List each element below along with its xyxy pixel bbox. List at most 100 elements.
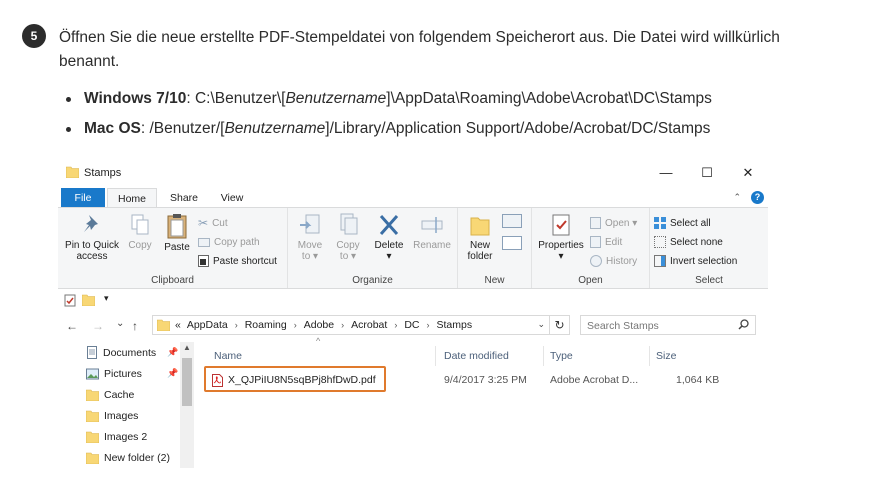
rename-button[interactable]: Rename xyxy=(410,212,454,251)
forward-button[interactable]: → xyxy=(92,319,104,333)
up-button[interactable]: ↑ xyxy=(132,319,138,333)
close-button[interactable]: ✕ xyxy=(728,163,768,183)
easy-access-icon[interactable] xyxy=(502,236,522,250)
breadcrumb-dc[interactable]: DC xyxy=(404,319,419,331)
properties-qat-icon[interactable] xyxy=(64,294,76,310)
tab-file[interactable]: File xyxy=(61,188,105,208)
navigation-bar: ← → ⌄ ↑ « AppData › Roaming › Adobe › Ac… xyxy=(58,313,768,339)
nav-item-images-2[interactable]: Images 2 xyxy=(86,426,147,447)
tab-view[interactable]: View xyxy=(210,188,254,208)
recent-locations-button[interactable]: ⌄ xyxy=(116,318,124,329)
breadcrumb-overflow[interactable]: « xyxy=(175,319,181,331)
customize-qat-dropdown[interactable]: ▾ xyxy=(104,293,109,304)
edit-icon xyxy=(590,236,601,248)
scroll-up-icon[interactable]: ▲ xyxy=(183,343,191,352)
breadcrumb-acrobat[interactable]: Acrobat xyxy=(351,319,387,331)
move-to-button[interactable]: Move to ▾ xyxy=(292,212,328,262)
search-placeholder: Search Stamps xyxy=(587,320,659,332)
folder-icon xyxy=(86,410,99,422)
back-button[interactable]: ← xyxy=(66,319,78,333)
pin-to-quick-access-button[interactable]: Pin to Quick access xyxy=(62,212,122,262)
nav-item-cache[interactable]: Cache xyxy=(86,384,134,405)
organize-group: Move to ▾ Copy to ▾ Delete ▾ Rename Orga… xyxy=(288,208,458,288)
nav-item-images[interactable]: Images xyxy=(86,405,138,426)
pin-icon[interactable]: 📌 xyxy=(167,368,178,379)
help-icon[interactable]: ? xyxy=(751,191,764,204)
file-date-cell: 9/4/2017 3:25 PM xyxy=(444,374,527,386)
nav-item-documents[interactable]: Documents xyxy=(86,342,156,363)
select-group: Select all Select none Invert selection … xyxy=(650,208,768,288)
scissors-icon: ✂ xyxy=(198,216,209,230)
column-header-type[interactable]: Type xyxy=(544,346,650,366)
breadcrumb-separator[interactable]: › xyxy=(294,320,297,330)
new-group-label: New xyxy=(484,275,505,286)
column-header-date-modified[interactable]: Date modified xyxy=(438,346,544,366)
breadcrumb-separator[interactable]: › xyxy=(341,320,344,330)
pin-icon[interactable]: 📌 xyxy=(167,347,178,358)
invert-selection-icon xyxy=(654,255,666,267)
delete-button[interactable]: Delete ▾ xyxy=(370,212,408,262)
address-bar[interactable]: « AppData › Roaming › Adobe › Acrobat › … xyxy=(152,315,550,335)
select-all-icon xyxy=(654,217,666,229)
select-group-label: Select xyxy=(695,275,723,286)
copy-icon xyxy=(131,214,149,235)
window-title: Stamps xyxy=(84,167,122,179)
clipboard-group: Pin to Quick access Copy Paste ✂ Cut Cop… xyxy=(58,208,288,288)
nav-item-pictures[interactable]: Pictures xyxy=(86,363,142,384)
edit-button[interactable]: Edit xyxy=(590,233,622,251)
ribbon: Pin to Quick access Copy Paste ✂ Cut Cop… xyxy=(58,207,768,289)
breadcrumb-roaming[interactable]: Roaming xyxy=(245,319,287,331)
folder-icon xyxy=(86,389,99,401)
select-none-button[interactable]: Select none xyxy=(654,233,723,251)
breadcrumb-adobe[interactable]: Adobe xyxy=(304,319,334,331)
file-explorer-window: Stamps — ☐ ✕ File Home Share View ⌃ ? Pi… xyxy=(58,160,768,468)
open-group: Properties ▾ Open ▾ Edit History Open xyxy=(532,208,650,288)
rename-icon xyxy=(421,217,443,233)
address-dropdown[interactable]: ⌄ xyxy=(537,319,545,330)
tab-share[interactable]: Share xyxy=(162,188,206,208)
breadcrumb-appdata[interactable]: AppData xyxy=(187,319,228,331)
collapse-ribbon-icon[interactable]: ⌃ xyxy=(733,192,741,203)
search-input[interactable]: Search Stamps xyxy=(580,315,756,335)
properties-icon xyxy=(552,214,570,236)
nav-pane-scrollbar[interactable]: ▲ xyxy=(180,342,194,468)
copy-to-icon xyxy=(340,213,358,235)
new-folder-button[interactable]: New folder xyxy=(462,212,498,262)
minimize-button[interactable]: — xyxy=(646,163,686,183)
folder-icon xyxy=(86,452,99,464)
copy-path-icon xyxy=(198,237,210,247)
nav-item-new-folder-2[interactable]: New folder (2) xyxy=(86,447,170,468)
open-group-label: Open xyxy=(578,275,603,286)
copy-to-button[interactable]: Copy to ▾ xyxy=(330,212,366,262)
breadcrumb-stamps[interactable]: Stamps xyxy=(436,319,472,331)
history-button[interactable]: History xyxy=(590,252,637,270)
folder-icon xyxy=(65,166,80,181)
breadcrumb-separator[interactable]: › xyxy=(426,320,429,330)
breadcrumb-separator[interactable]: › xyxy=(394,320,397,330)
paste-button[interactable]: Paste xyxy=(158,212,196,253)
pin-icon xyxy=(84,215,98,232)
title-bar: Stamps — ☐ ✕ xyxy=(58,160,768,186)
copy-button[interactable]: Copy xyxy=(122,212,158,251)
column-header-size[interactable]: Size xyxy=(650,346,730,366)
new-item-icon[interactable] xyxy=(502,214,522,228)
search-icon xyxy=(738,319,749,333)
refresh-button[interactable]: ↻ xyxy=(550,315,570,335)
paste-shortcut-button[interactable]: Paste shortcut xyxy=(198,252,277,270)
breadcrumb-separator[interactable]: › xyxy=(235,320,238,330)
select-all-button[interactable]: Select all xyxy=(654,214,711,232)
copy-path-button[interactable]: Copy path xyxy=(198,233,260,251)
ribbon-tabs: File Home Share View ⌃ ? xyxy=(58,186,768,208)
tab-home[interactable]: Home xyxy=(107,188,157,208)
maximize-button[interactable]: ☐ xyxy=(687,163,727,183)
column-header-name[interactable]: Name xyxy=(208,346,436,366)
properties-button[interactable]: Properties ▾ xyxy=(536,212,586,262)
list-item-mac: Mac OS: /Benutzer/[Benutzername]/Library… xyxy=(66,114,712,144)
scrollbar-thumb[interactable] xyxy=(182,358,192,406)
cut-button[interactable]: ✂ Cut xyxy=(198,214,228,232)
open-button[interactable]: Open ▾ xyxy=(590,214,637,232)
new-folder-qat-icon[interactable] xyxy=(81,294,96,309)
navigation-pane: Documents 📌 Pictures 📌 Cache Images Imag… xyxy=(58,342,196,468)
invert-selection-button[interactable]: Invert selection xyxy=(654,252,737,270)
history-icon xyxy=(590,255,602,267)
